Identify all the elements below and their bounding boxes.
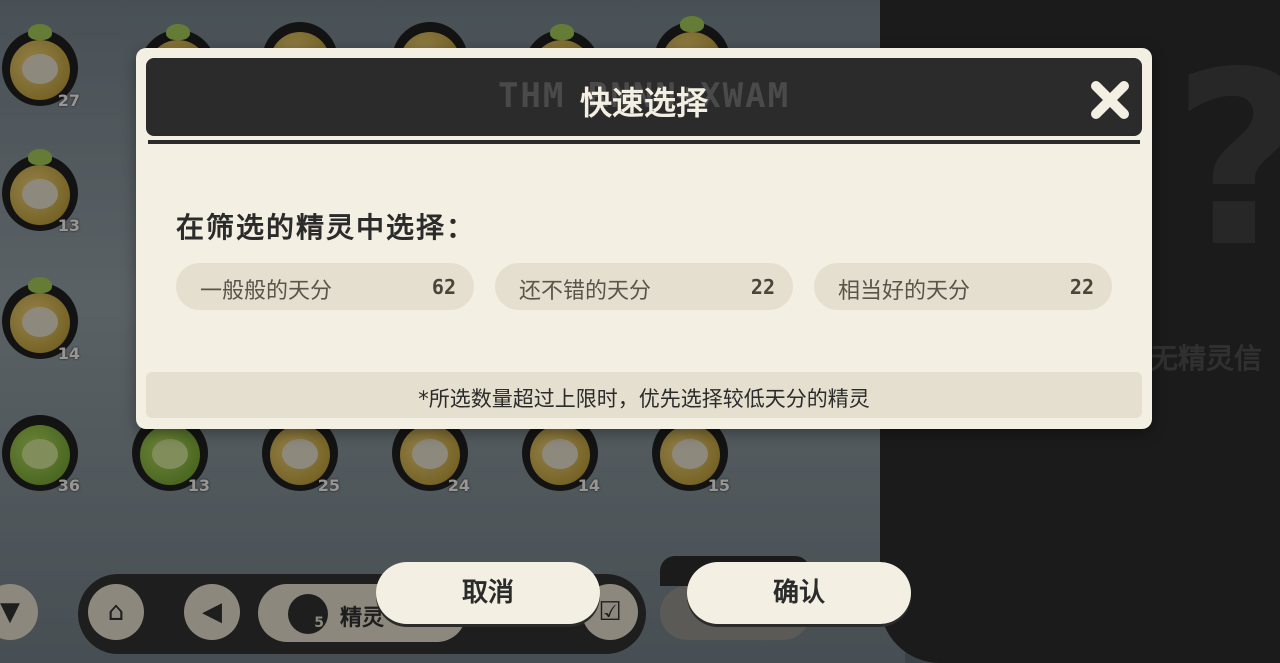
close-button[interactable] [1086,76,1134,124]
dialog-header: THM RNNN+XWAM 快速选择 [146,58,1142,136]
option-count: 22 [1069,275,1094,299]
option-count: 22 [750,275,775,299]
dialog-title: 快速选择 [579,84,708,122]
option-good-talent[interactable]: 还不错的天分 22 [495,263,793,310]
option-label: 相当好的天分 [838,279,971,304]
option-label: 一般般的天分 [200,279,333,304]
cancel-button[interactable]: 取消 [376,562,600,624]
quick-select-dialog: THM RNNN+XWAM 快速选择 在筛选的精灵中选择： 一般般的天分 62 … [136,48,1152,429]
section-label: 在筛选的精灵中选择： [176,211,477,244]
confirm-button[interactable]: 确认 [687,562,911,624]
selection-note-text: *所选数量超过上限时，优先选择较低天分的精灵 [418,387,870,411]
option-label: 还不错的天分 [519,279,652,304]
option-count: 62 [431,275,456,299]
selection-note: *所选数量超过上限时，优先选择较低天分的精灵 [146,372,1142,418]
option-average-talent[interactable]: 一般般的天分 62 [176,263,474,310]
close-icon [1091,81,1129,119]
header-divider [148,140,1140,144]
option-great-talent[interactable]: 相当好的天分 22 [814,263,1112,310]
